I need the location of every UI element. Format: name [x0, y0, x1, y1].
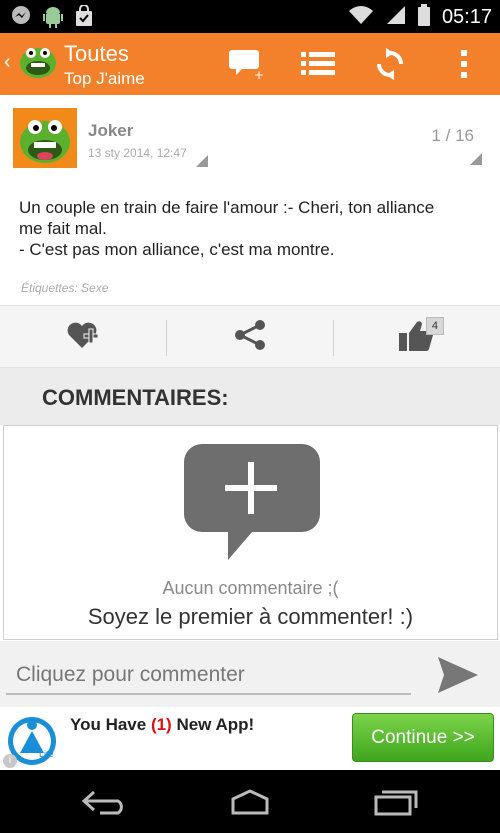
share-icon — [233, 319, 267, 356]
send-icon[interactable] — [436, 655, 480, 695]
add-comment-icon[interactable]: + — [228, 47, 264, 81]
favorite-add-icon — [66, 320, 100, 355]
post-text-line: me fait mal. — [19, 219, 107, 238]
comments-header: COMMENTAIRES: — [0, 368, 500, 425]
post-text: Un couple en train de faire l'amour :- C… — [19, 197, 489, 260]
back-icon[interactable] — [74, 784, 134, 820]
avatar — [13, 108, 77, 168]
ad-continue-button[interactable]: Continue >> — [352, 713, 494, 762]
comment-input[interactable] — [6, 657, 411, 695]
status-bar: 05:17 — [0, 0, 500, 33]
ad-text: You Have (1) New App! — [70, 715, 254, 735]
refresh-icon[interactable] — [372, 47, 408, 81]
messenger-icon — [10, 5, 32, 34]
ad-logo-label: Lite — [39, 749, 54, 759]
post-header: Joker 13 sty 2014, 12:47 1 / 16 — [0, 95, 500, 180]
post-tags[interactable]: Étiquettes: Sexe — [21, 281, 108, 295]
post-text-line: - C'est pas mon alliance, c'est ma montr… — [19, 240, 335, 259]
page-subtitle[interactable]: Top J'aime — [64, 69, 145, 89]
date-dropdown-indicator-icon[interactable] — [196, 155, 208, 167]
home-icon[interactable] — [220, 784, 280, 820]
android-icon — [42, 5, 64, 34]
comments-title: COMMENTAIRES: — [42, 385, 229, 410]
ad-text-before: You Have — [70, 715, 151, 734]
post-counter: 1 / 16 — [431, 126, 474, 145]
post-date: 13 sty 2014, 12:47 — [88, 146, 187, 160]
like-count-badge: 4 — [425, 317, 444, 335]
ad-text-after: New App! — [171, 715, 255, 734]
add-comment-bubble-icon[interactable] — [182, 442, 322, 567]
comment-bar — [0, 641, 500, 707]
overflow-menu-icon[interactable] — [446, 47, 482, 81]
share-button[interactable] — [167, 306, 333, 369]
status-time: 05:17 — [441, 6, 492, 28]
post-text-line: Un couple en train de faire l'amour :- C… — [19, 198, 435, 217]
svg-text:+: + — [254, 68, 264, 80]
back-chevron-icon[interactable]: ‹ — [4, 51, 11, 74]
counter-dropdown-indicator-icon[interactable] — [470, 153, 482, 165]
post-author[interactable]: Joker — [88, 121, 133, 141]
ad-info-icon[interactable]: i — [3, 754, 17, 768]
bag-icon — [74, 4, 94, 34]
wifi-icon — [348, 5, 374, 30]
like-button[interactable] — [334, 306, 500, 369]
be-first-text: Soyez le premier à commenter! :) — [87, 604, 414, 629]
ad-banner[interactable]: Lite i You Have (1) New App! Continue >> — [0, 707, 500, 770]
post-action-row: 4 — [0, 305, 500, 368]
page-title[interactable]: Toutes — [64, 41, 129, 67]
signal-icon — [386, 5, 406, 30]
recent-apps-icon[interactable] — [366, 784, 426, 820]
list-icon[interactable] — [300, 47, 336, 81]
favorite-button[interactable] — [0, 306, 166, 369]
ad-text-count: (1) — [150, 715, 172, 734]
battery-icon — [417, 4, 430, 31]
comments-empty-state[interactable]: Aucun commentaire ;( Soyez le premier à … — [3, 425, 498, 640]
no-comment-text: Aucun commentaire ;( — [162, 578, 339, 598]
system-nav-bar — [0, 770, 500, 833]
app-logo[interactable] — [18, 41, 58, 81]
action-bar: ‹ Toutes Top J'aime + — [0, 33, 500, 95]
